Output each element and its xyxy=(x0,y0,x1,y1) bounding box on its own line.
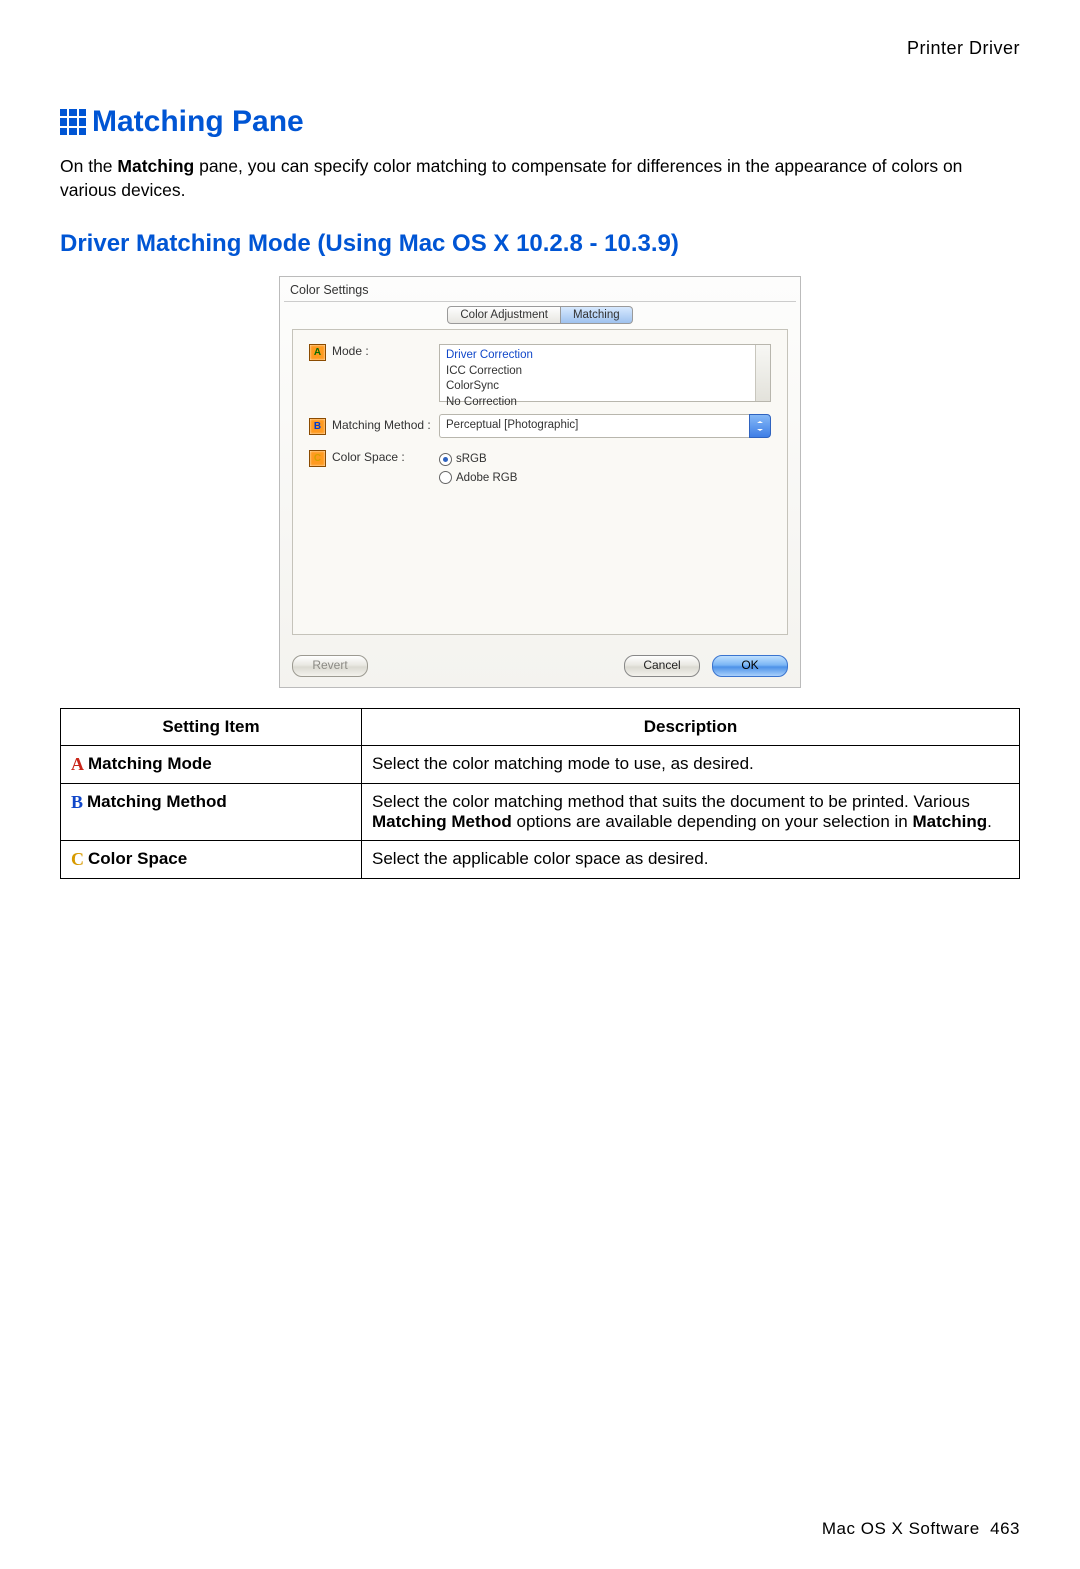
cancel-button[interactable]: Cancel xyxy=(624,655,700,677)
tab-color-adjustment[interactable]: Color Adjustment xyxy=(447,306,561,324)
dialog-title: Color Settings xyxy=(280,277,800,301)
tab-matching[interactable]: Matching xyxy=(561,306,633,324)
table-row: A Matching Mode Select the color matchin… xyxy=(61,746,1020,784)
revert-button[interactable]: Revert xyxy=(292,655,368,677)
radio-label: sRGB xyxy=(456,450,487,468)
scrollbar[interactable] xyxy=(755,345,770,401)
row-letter: B xyxy=(71,792,83,813)
table-header-desc: Description xyxy=(362,709,1020,746)
marker-a-icon: A xyxy=(309,344,326,361)
radio-srgb[interactable]: sRGB xyxy=(439,450,771,468)
table-row: C Color Space Select the applicable colo… xyxy=(61,841,1020,879)
mode-label: Mode : xyxy=(332,344,369,358)
intro-text: On the Matching pane, you can specify co… xyxy=(60,155,1020,202)
row-letter: C xyxy=(71,849,84,870)
row-letter: A xyxy=(71,754,84,775)
row-desc: Select the applicable color space as des… xyxy=(362,841,1020,879)
method-label: Matching Method : xyxy=(332,418,431,432)
mode-option[interactable]: ColorSync xyxy=(446,379,764,395)
row-name: Color Space xyxy=(88,849,187,869)
section-heading: Driver Matching Mode (Using Mac OS X 10.… xyxy=(60,230,1020,258)
matching-method-select[interactable]: Perceptual [Photographic] xyxy=(439,414,749,438)
grid-icon xyxy=(60,109,86,135)
breadcrumb: Printer Driver xyxy=(60,38,1020,59)
mode-option[interactable]: Driver Correction xyxy=(446,348,764,364)
radio-label: Adobe RGB xyxy=(456,469,517,487)
page-title: Matching Pane xyxy=(92,105,304,139)
page-footer: Mac OS X Software 463 xyxy=(60,1519,1020,1539)
radio-dot-icon xyxy=(439,471,452,484)
row-name: Matching Method xyxy=(87,792,227,812)
radio-dot-icon xyxy=(439,453,452,466)
radio-adobe-rgb[interactable]: Adobe RGB xyxy=(439,469,771,487)
mode-listbox[interactable]: Driver Correction ICC Correction ColorSy… xyxy=(439,344,771,402)
row-name: Matching Mode xyxy=(88,754,212,774)
marker-c-icon: C xyxy=(309,450,326,467)
row-desc: Select the color matching mode to use, a… xyxy=(362,746,1020,784)
row-desc: Select the color matching method that su… xyxy=(362,784,1020,841)
table-row: B Matching Method Select the color match… xyxy=(61,784,1020,841)
mode-option[interactable]: ICC Correction xyxy=(446,364,764,380)
table-header-item: Setting Item xyxy=(61,709,362,746)
color-settings-dialog: Color Settings Color Adjustment Matching… xyxy=(279,276,801,688)
marker-b-icon: B xyxy=(309,418,326,435)
settings-table: Setting Item Description A Matching Mode… xyxy=(60,708,1020,879)
color-space-label: Color Space : xyxy=(332,450,405,464)
dropdown-arrow-icon[interactable] xyxy=(749,414,771,438)
mode-option[interactable]: No Correction xyxy=(446,395,764,411)
ok-button[interactable]: OK xyxy=(712,655,788,677)
